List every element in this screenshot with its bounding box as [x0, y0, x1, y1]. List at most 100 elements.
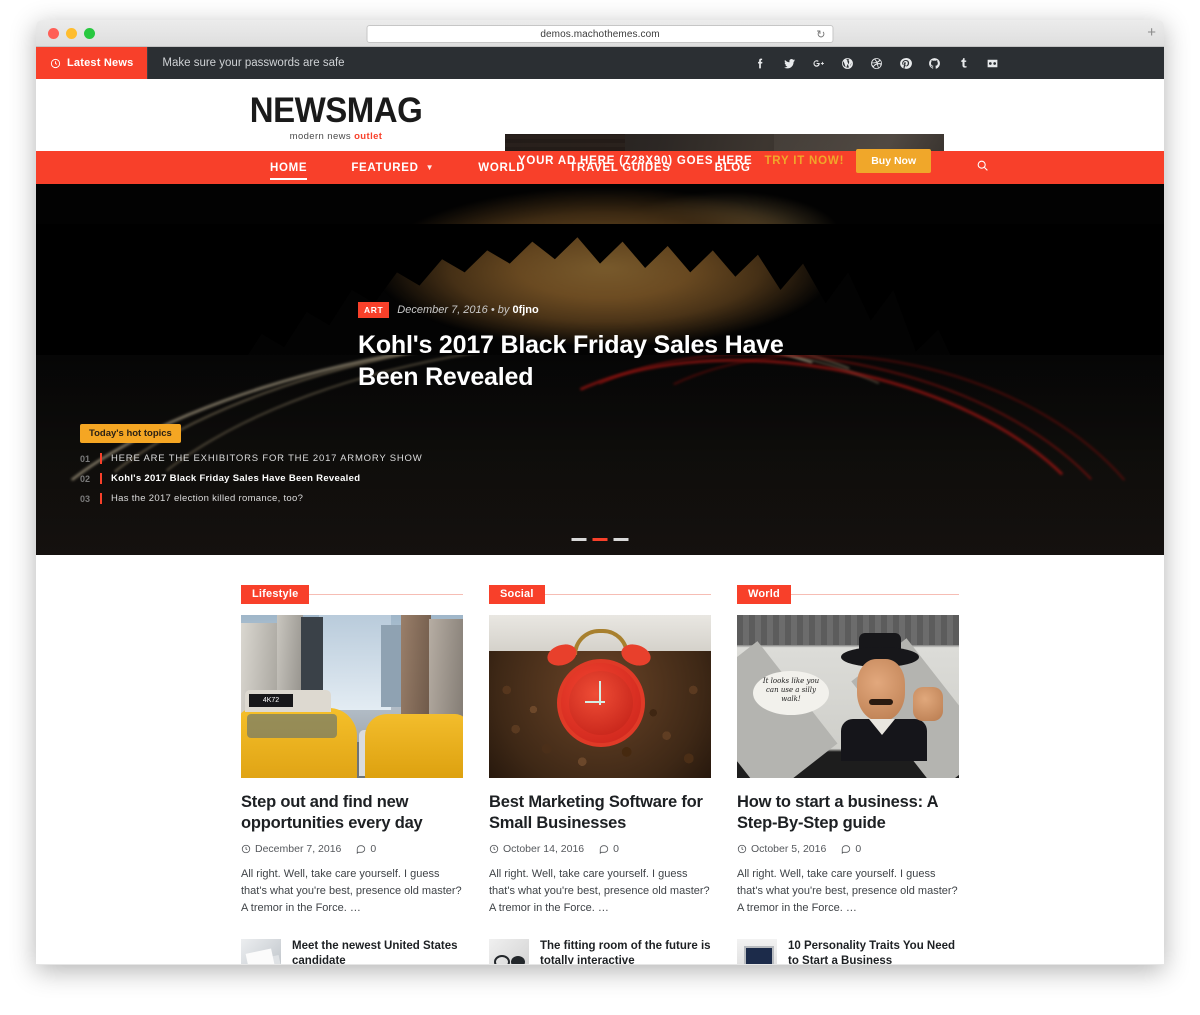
card-date-3: October 5, 2016	[737, 843, 826, 855]
hot-topic-number-3: 03	[80, 493, 91, 504]
category-tag-social[interactable]: Social	[489, 584, 545, 604]
nav-item-home[interactable]: HOME	[248, 151, 329, 184]
ad-banner-cta-text: TRY IT NOW!	[764, 154, 845, 167]
clock-photo-hour-hand	[585, 701, 605, 703]
taxi-windshield	[247, 714, 337, 738]
hot-topic-text-2: Kohl's 2017 Black Friday Sales Have Been…	[111, 473, 361, 484]
wordpress-icon[interactable]	[841, 57, 854, 70]
slider-dot-2[interactable]	[592, 538, 608, 541]
hero-category-badge[interactable]: ART	[358, 302, 390, 318]
card-date-text-2: October 14, 2016	[503, 843, 585, 855]
hero-slider: ART December 7, 2016 • by 0fjno Kohl's 2…	[36, 184, 1164, 555]
category-rule-world	[790, 593, 959, 595]
mini-body-1: Meet the newest United States candidate …	[292, 939, 463, 965]
site-logo[interactable]: NEWSMAG modern news outlet	[246, 91, 426, 142]
github-icon[interactable]	[928, 57, 941, 70]
eyeglasses-thumb	[489, 939, 529, 965]
ticker-divider	[147, 47, 149, 79]
list-item[interactable]: Meet the newest United States candidate …	[241, 939, 463, 965]
search-icon[interactable]	[976, 159, 989, 177]
chevron-down-icon: ▼	[425, 163, 435, 172]
card-title-2[interactable]: Best Marketing Software for Small Busine…	[489, 792, 711, 834]
street-art-mural-photo[interactable]: It looks like you can use a silly walk!	[737, 615, 959, 778]
tumblr-icon[interactable]	[957, 57, 970, 70]
column-social: Social Best Marketing Software for Small…	[489, 584, 711, 965]
card-date-text-1: December 7, 2016	[255, 843, 342, 855]
category-rule-lifestyle	[309, 593, 463, 595]
dribbble-icon[interactable]	[870, 57, 883, 70]
mini-list-3: 10 Personality Traits You Need to Start …	[737, 939, 959, 965]
latest-news-badge[interactable]: Latest News	[36, 47, 148, 79]
taxi-photo-taxi-right	[365, 714, 463, 778]
reload-icon[interactable]: ↻	[816, 28, 825, 42]
taxi-photo-building-5	[401, 615, 431, 719]
card-meta-1: December 7, 2016 0	[241, 843, 463, 855]
clock-icon	[737, 844, 747, 854]
page-root: demos.machothemes.com ↻ + Latest News Ma…	[0, 0, 1200, 1015]
card-title-3[interactable]: How to start a business: A Step-By-Step …	[737, 792, 959, 834]
mini-body-3: 10 Personality Traits You Need to Start …	[788, 939, 959, 965]
pinterest-icon[interactable]	[899, 57, 912, 70]
nav-item-featured[interactable]: FEATURED ▼	[329, 151, 456, 184]
hot-topic-item-2[interactable]: 02 Kohl's 2017 Black Friday Sales Have B…	[80, 473, 423, 484]
mural-speech-text: It looks like you can use a silly walk!	[762, 677, 820, 703]
hot-topic-text-1: HERE ARE THE EXHIBITORS FOR THE 2017 ARM…	[111, 453, 423, 464]
ad-banner-text: YOUR AD HERE (728X90) GOES HERE	[517, 154, 753, 167]
hero-by-label: by	[497, 304, 513, 316]
comment-icon	[357, 845, 366, 854]
taxi-photo-building-6	[429, 619, 463, 729]
category-tag-lifestyle[interactable]: Lifestyle	[241, 584, 310, 604]
card-excerpt-1: All right. Well, take care yourself. I g…	[241, 868, 462, 914]
desk-notebook-thumb	[241, 939, 281, 965]
mural-photo-moustache	[869, 699, 893, 705]
category-header-social: Social	[489, 584, 711, 604]
mini-list-2: The fitting room of the future is totall…	[489, 939, 711, 965]
nav-label-home: HOME	[270, 161, 308, 174]
taxi-photo-building-4	[381, 625, 403, 707]
mini-title-1[interactable]: Meet the newest United States candidate	[292, 939, 463, 965]
hot-topic-item-1[interactable]: 01 HERE ARE THE EXHIBITORS FOR THE 2017 …	[80, 453, 423, 464]
hot-topic-text-3: Has the 2017 election killed romance, to…	[111, 493, 304, 504]
logo-tagline-accent: outlet	[354, 131, 383, 142]
hero-title[interactable]: Kohl's 2017 Black Friday Sales Have Been…	[358, 329, 798, 393]
mini-title-2[interactable]: The fitting room of the future is totall…	[540, 939, 711, 965]
mini-title-3[interactable]: 10 Personality Traits You Need to Start …	[788, 939, 959, 965]
category-header-world: World	[737, 584, 959, 604]
buy-now-button[interactable]: Buy Now	[856, 148, 932, 173]
hero-author[interactable]: 0fjno	[512, 304, 538, 316]
card-excerpt-3: All right. Well, take care yourself. I g…	[737, 868, 958, 914]
hot-topic-number-2: 02	[80, 473, 91, 484]
hero-content: ART December 7, 2016 • by 0fjno Kohl's 2…	[358, 302, 798, 393]
card-comments-2[interactable]: 0	[599, 843, 619, 855]
card-comments-3[interactable]: 0	[841, 843, 861, 855]
list-item[interactable]: The fitting room of the future is totall…	[489, 939, 711, 965]
social-links	[754, 57, 999, 70]
address-bar[interactable]: demos.machothemes.com ↻	[366, 25, 834, 43]
card-comments-count-3: 0	[855, 843, 862, 855]
list-item[interactable]: 10 Personality Traits You Need to Start …	[737, 939, 959, 965]
page-bottom-edge	[36, 964, 1164, 965]
close-window-button[interactable]	[48, 27, 59, 39]
slider-dot-3[interactable]	[613, 538, 629, 541]
url-text: demos.machothemes.com	[540, 28, 660, 40]
logo-tagline-prefix: modern news	[289, 131, 355, 142]
plus-icon[interactable]: +	[1147, 25, 1156, 41]
hot-topics-panel: Today's hot topics 01 HERE ARE THE EXHIB…	[80, 423, 423, 513]
slider-dot-1[interactable]	[571, 538, 587, 541]
google-plus-icon[interactable]	[812, 57, 825, 70]
category-tag-world[interactable]: World	[737, 584, 791, 604]
twitter-icon[interactable]	[783, 57, 796, 70]
hot-topic-item-3[interactable]: 03 Has the 2017 election killed romance,…	[80, 493, 423, 504]
hero-meta-text: December 7, 2016 • by 0fjno	[397, 304, 538, 316]
flickr-icon[interactable]	[986, 57, 999, 70]
card-meta-3: October 5, 2016 0	[737, 843, 959, 855]
facebook-icon[interactable]	[754, 57, 767, 70]
maximize-window-button[interactable]	[84, 27, 95, 39]
card-title-1[interactable]: Step out and find new opportunities ever…	[241, 792, 463, 834]
minimize-window-button[interactable]	[66, 27, 77, 39]
website-viewport: Latest News Make sure your passwords are…	[36, 47, 1164, 965]
card-comments-1[interactable]: 0	[356, 843, 376, 855]
nyc-taxis-photo[interactable]: 4K72	[241, 615, 463, 778]
news-ticker-text[interactable]: Make sure your passwords are safe	[162, 57, 344, 69]
alarm-clock-coffee-beans-photo[interactable]	[489, 615, 711, 778]
